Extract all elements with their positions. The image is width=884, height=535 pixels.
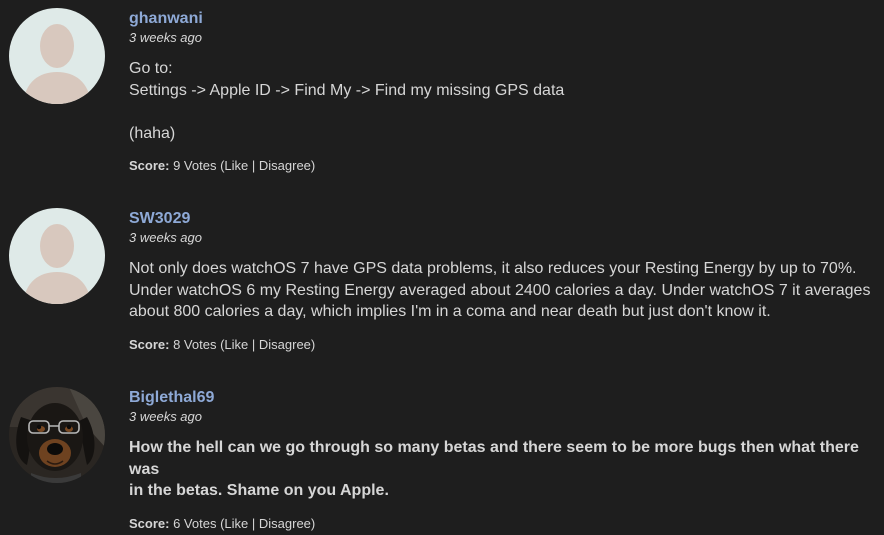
like-link[interactable]: Like bbox=[224, 158, 248, 173]
comment-username[interactable]: Biglethal69 bbox=[129, 388, 878, 408]
vote-count: 9 Votes bbox=[173, 158, 217, 173]
disagree-link[interactable]: Disagree bbox=[259, 337, 311, 352]
comment-line: Go to: bbox=[129, 60, 173, 77]
vote-count: 8 Votes bbox=[173, 336, 217, 352]
comment-score: Score: 6 Votes (Like | Disagree) bbox=[129, 515, 316, 531]
user-avatar[interactable] bbox=[9, 208, 105, 304]
comment-score: Score: 9 Votes (Like | Disagree) bbox=[129, 158, 316, 173]
comment-line: about 800 calories a day, which implies … bbox=[129, 303, 771, 320]
score-label: Score: bbox=[129, 158, 170, 173]
comment-line bbox=[129, 101, 878, 123]
default-avatar-icon bbox=[9, 8, 105, 104]
comment-timestamp: 3 weeks ago bbox=[129, 409, 202, 424]
comment: ghanwani 3 weeks ago Go to: Settings -> … bbox=[0, 0, 884, 190]
comment-line: How the hell can we go through so many b… bbox=[129, 439, 859, 478]
comment-timestamp: 3 weeks ago bbox=[129, 30, 202, 45]
like-link[interactable]: Like bbox=[224, 516, 248, 531]
user-avatar[interactable] bbox=[9, 8, 105, 104]
vote-count: 6 Votes bbox=[173, 515, 217, 531]
comment-text: Go to: Settings -> Apple ID -> Find My -… bbox=[129, 58, 878, 144]
comment-text: Not only does watchOS 7 have GPS data pr… bbox=[129, 258, 878, 323]
comment-username[interactable]: ghanwani bbox=[129, 9, 878, 29]
score-label: Score: bbox=[129, 336, 170, 352]
comment-timestamp: 3 weeks ago bbox=[129, 230, 202, 245]
disagree-link[interactable]: Disagree bbox=[259, 158, 311, 173]
dog-avatar-image bbox=[9, 387, 105, 483]
default-avatar-icon bbox=[9, 208, 105, 304]
comment-line: Not only does watchOS 7 have GPS data pr… bbox=[129, 260, 857, 277]
disagree-link[interactable]: Disagree bbox=[259, 516, 311, 531]
comment-line: Settings -> Apple ID -> Find My -> Find … bbox=[129, 81, 565, 99]
like-link[interactable]: Like bbox=[224, 337, 248, 352]
comment-score: Score: 8 Votes (Like | Disagree) bbox=[129, 336, 316, 352]
comment-text: How the hell can we go through so many b… bbox=[129, 437, 878, 502]
comment-line: (haha) bbox=[129, 124, 176, 142]
score-label: Score: bbox=[129, 515, 170, 531]
user-avatar[interactable] bbox=[9, 387, 105, 483]
comment-username[interactable]: SW3029 bbox=[129, 209, 878, 229]
comment-line: in the betas. Shame on you Apple. bbox=[129, 482, 389, 499]
comment-line: Under watchOS 6 my Resting Energy averag… bbox=[129, 281, 871, 299]
